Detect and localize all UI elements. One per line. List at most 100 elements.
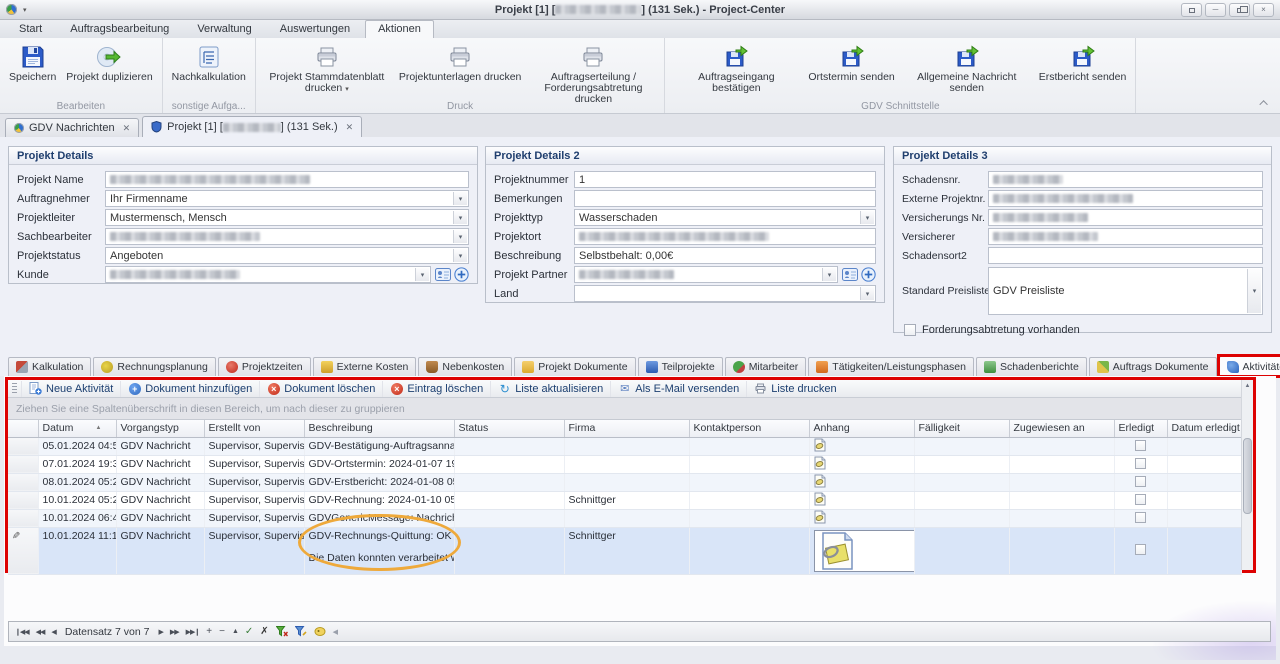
dropdown-caret-icon[interactable]: ▾ <box>415 268 429 281</box>
cell-zugewiesen-an[interactable] <box>1009 437 1115 456</box>
cell-kontaktperson[interactable] <box>689 455 810 474</box>
cell-datum-erledigt[interactable] <box>1167 527 1242 575</box>
cell-firma[interactable]: Schnittger <box>564 527 690 575</box>
als-email-versenden-button[interactable]: ✉ Als E-Mail versenden <box>610 380 746 397</box>
versicherer-input[interactable] <box>988 228 1263 245</box>
cell-status[interactable] <box>454 509 565 528</box>
table-row-selected[interactable]: ✎ 10.01.2024 11:13 GDV Nachricht Supervi… <box>8 527 1242 575</box>
nachkalkulation-button[interactable]: Nachkalkulation <box>167 40 251 85</box>
eintrag-loeschen-button[interactable]: × Eintrag löschen <box>382 380 490 397</box>
cell-datum[interactable]: 10.01.2024 06:49 <box>38 509 117 528</box>
cell-datum-erledigt[interactable] <box>1167 473 1242 492</box>
toolbar-grip[interactable] <box>12 382 17 395</box>
bemerkungen-input[interactable] <box>574 190 876 207</box>
close-tab-icon[interactable]: ✕ <box>346 122 354 133</box>
standard-preisliste-combo[interactable]: GDV Preisliste ▾ <box>988 267 1263 315</box>
grid-vertical-scrollbar[interactable]: ▲ <box>1241 380 1253 570</box>
locate-icon[interactable] <box>314 626 326 637</box>
contact-card-icon[interactable] <box>435 268 451 281</box>
ribbon-tab-start[interactable]: Start <box>6 20 55 38</box>
col-header-anhang[interactable]: Anhang <box>809 420 915 438</box>
cell-zugewiesen-an[interactable] <box>1009 527 1115 575</box>
group-by-panel[interactable]: Ziehen Sie eine Spaltenüberschrift in di… <box>8 398 1253 420</box>
land-combo[interactable]: ▾ <box>574 285 876 302</box>
cell-firma[interactable] <box>564 473 690 492</box>
cell-datum[interactable]: 10.01.2024 11:13 <box>38 527 117 575</box>
projektstatus-combo[interactable]: Angeboten ▾ <box>105 247 469 264</box>
liste-aktualisieren-button[interactable]: ↻ Liste aktualisieren <box>490 380 610 397</box>
cell-beschreibung[interactable]: GDVGenericMessage: Nachrichtentex <box>304 509 455 528</box>
schadensort2-input[interactable] <box>988 247 1263 264</box>
cell-erstellt-von[interactable]: Supervisor, Supervisor <box>204 491 305 510</box>
ribbon-tab-aktionen[interactable]: Aktionen <box>365 20 434 38</box>
tab-nebenkosten[interactable]: Nebenkosten <box>418 357 513 376</box>
cell-faelligkeit[interactable] <box>914 437 1010 456</box>
col-header-datum[interactable]: Datum ▲ <box>38 420 117 438</box>
cell-vorgangstyp[interactable]: GDV Nachricht <box>116 509 205 528</box>
allgemeine-nachricht-senden-button[interactable]: Allgemeine Nachricht senden <box>900 40 1034 96</box>
ortstermin-senden-button[interactable]: Ortstermin senden <box>803 40 899 85</box>
col-header-firma[interactable]: Firma <box>564 420 690 438</box>
auftragserteilung-drucken-button[interactable]: Auftragserteilung / Forderungsabtretung … <box>526 40 660 107</box>
neue-aktivitaet-button[interactable]: Neue Aktivität <box>21 380 120 397</box>
projekt-name-input[interactable] <box>105 171 469 188</box>
cell-faelligkeit[interactable] <box>914 527 1010 575</box>
cell-zugewiesen-an[interactable] <box>1009 491 1115 510</box>
externe-projektnr-input[interactable] <box>988 190 1263 207</box>
tab-kalkulation[interactable]: Kalkulation <box>8 357 92 376</box>
cell-anhang[interactable] <box>809 455 915 474</box>
col-header-faelligkeit[interactable]: Fälligkeit <box>914 420 1010 438</box>
table-row[interactable]: 05.01.2024 04:56 GDV Nachricht Superviso… <box>8 437 1242 456</box>
cell-erstellt-von[interactable]: Supervisor, Supervisor <box>204 437 305 456</box>
auftragseingang-bestaetigen-button[interactable]: Auftragseingang bestätigen <box>669 40 803 96</box>
cell-status[interactable] <box>454 437 565 456</box>
projekttyp-combo[interactable]: Wasserschaden ▾ <box>574 209 876 226</box>
minimize-button[interactable]: ─ <box>1205 3 1226 17</box>
cell-erledigt[interactable] <box>1114 509 1168 528</box>
ribbon-tab-auswertungen[interactable]: Auswertungen <box>267 20 363 38</box>
table-row[interactable]: 10.01.2024 06:49 GDV Nachricht Superviso… <box>8 509 1242 528</box>
cell-zugewiesen-an[interactable] <box>1009 473 1115 492</box>
cell-firma[interactable]: Schnittger <box>564 491 690 510</box>
beschreibung-input[interactable]: Selbstbehalt: 0,00€ <box>574 247 876 264</box>
cell-status[interactable] <box>454 455 565 474</box>
cell-beschreibung[interactable]: GDV-Ortstermin: 2024-01-07 19:38: <box>304 455 455 474</box>
cell-erstellt-von[interactable]: Supervisor, Supervisor <box>204 455 305 474</box>
tab-projektzeiten[interactable]: Projektzeiten <box>217 357 311 376</box>
cell-datum-erledigt[interactable] <box>1167 437 1242 456</box>
cell-zugewiesen-an[interactable] <box>1009 455 1115 474</box>
dropdown-caret-icon[interactable]: ▾ <box>1247 269 1261 313</box>
erledigt-checkbox[interactable] <box>1134 439 1146 451</box>
versicherungs-nr-input[interactable] <box>988 209 1263 226</box>
cell-kontaktperson[interactable] <box>689 437 810 456</box>
sachbearbeiter-combo[interactable]: ▾ <box>105 228 469 245</box>
cell-vorgangstyp[interactable]: GDV Nachricht <box>116 527 205 575</box>
cell-vorgangstyp[interactable]: GDV Nachricht <box>116 491 205 510</box>
cell-anhang[interactable] <box>809 473 915 492</box>
cell-kontaktperson[interactable] <box>689 509 810 528</box>
cell-status[interactable] <box>454 527 565 575</box>
projektort-input[interactable] <box>574 228 876 245</box>
dropdown-caret-icon[interactable]: ▾ <box>453 211 467 224</box>
col-header-vorgangstyp[interactable]: Vorgangstyp <box>116 420 205 438</box>
projektleiter-combo[interactable]: Mustermensch, Mensch ▾ <box>105 209 469 226</box>
cancel-edit-button[interactable]: ✗ <box>260 626 268 637</box>
restore-button[interactable] <box>1229 3 1250 17</box>
prev-record-button[interactable]: ◀ <box>51 628 56 636</box>
doc-tab-projekt[interactable]: Projekt [1] [] (131 Sek.) ✕ <box>142 116 363 137</box>
navigator-scroll-left-icon[interactable]: ◀ <box>333 628 338 636</box>
kunde-combo[interactable]: ▾ <box>105 266 431 283</box>
cell-erledigt[interactable] <box>1114 455 1168 474</box>
cell-datum[interactable]: 10.01.2024 05:23 <box>38 491 117 510</box>
clear-filter-icon[interactable] <box>275 626 288 637</box>
cell-vorgangstyp[interactable]: GDV Nachricht <box>116 473 205 492</box>
next-record-button[interactable]: ▶ <box>158 628 163 636</box>
dropdown-caret-icon[interactable]: ▾ <box>453 249 467 262</box>
col-header-datum-erledigt[interactable]: Datum erledigt <box>1167 420 1242 438</box>
scroll-up-icon[interactable]: ▲ <box>1242 380 1253 392</box>
dropdown-caret-icon[interactable]: ▾ <box>822 268 836 281</box>
dropdown-caret-icon[interactable]: ▾ <box>453 192 467 205</box>
cell-anhang[interactable] <box>809 491 915 510</box>
prev-page-button[interactable]: ◀◀ <box>36 628 46 636</box>
doc-tab-gdv-nachrichten[interactable]: GDV Nachrichten ✕ <box>5 118 140 137</box>
